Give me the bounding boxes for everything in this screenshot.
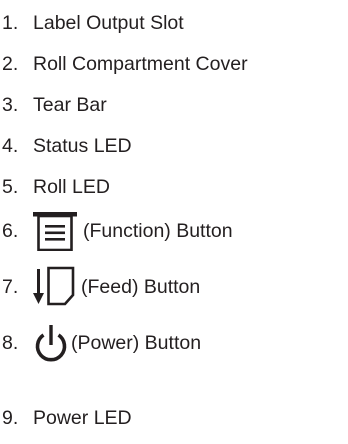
item-label: Label Output Slot — [33, 11, 184, 34]
item-number: 1. — [2, 11, 19, 34]
list-item-2: 2. Roll Compartment Cover — [0, 44, 248, 84]
feed-icon — [33, 266, 75, 308]
item-number: 9. — [2, 406, 19, 429]
item-number: 3. — [2, 93, 19, 116]
list-item-1: 1. Label Output Slot — [0, 3, 184, 43]
item-number: 2. — [2, 52, 19, 75]
function-menu-icon — [33, 211, 77, 251]
list-item-4: 4. Status LED — [0, 126, 132, 166]
item-label: Status LED — [33, 134, 132, 157]
item-label: (Feed) Button — [81, 275, 201, 298]
item-number: 7. — [2, 275, 19, 298]
list-item-9: 9. Power LED — [0, 398, 132, 438]
item-label: (Power) Button — [71, 331, 202, 354]
list-item-8: 8. (Power) Button — [0, 318, 201, 368]
item-label: Tear Bar — [33, 93, 107, 116]
item-label: Power LED — [33, 406, 132, 429]
item-number: 4. — [2, 134, 19, 157]
power-icon — [33, 323, 69, 363]
item-label: Roll LED — [33, 175, 110, 198]
item-number: 6. — [2, 219, 19, 242]
list-item-3: 3. Tear Bar — [0, 85, 107, 125]
list-item-5: 5. Roll LED — [0, 167, 110, 207]
item-number: 5. — [2, 175, 19, 198]
item-number: 8. — [2, 331, 19, 354]
item-label: Roll Compartment Cover — [33, 52, 248, 75]
item-label: (Function) Button — [83, 219, 233, 242]
list-item-7: 7. (Feed) Button — [0, 262, 200, 312]
list-item-6: 6. (Function) Button — [0, 206, 233, 256]
